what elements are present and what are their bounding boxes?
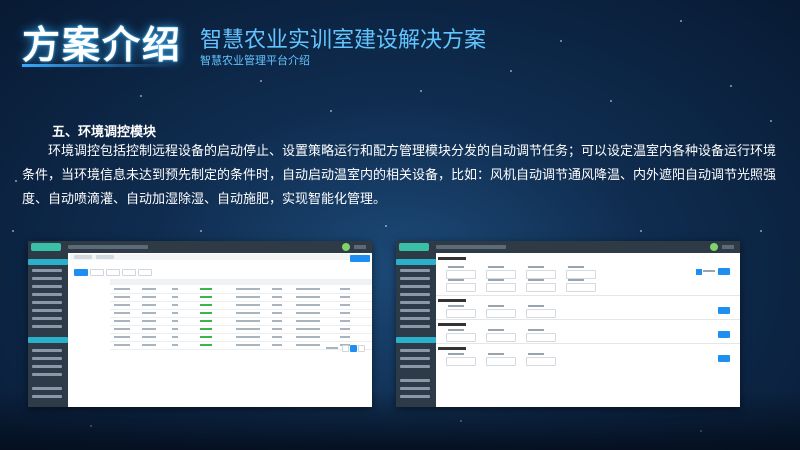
tab [74, 255, 92, 259]
sidebar-item [400, 387, 430, 390]
sidebar-item [32, 357, 62, 360]
breadcrumb [436, 245, 506, 249]
avatar [710, 243, 718, 251]
title-underline [22, 64, 172, 67]
form-section-title [438, 299, 466, 302]
sidebar-item [32, 301, 62, 304]
sidebar-item [32, 309, 62, 312]
sidebar-item [400, 317, 430, 320]
sidebar-item [32, 317, 62, 320]
sidebar-item [32, 293, 62, 296]
screenshot-strategy-list [28, 241, 372, 407]
page-caption: 智慧农业管理平台介绍 [200, 54, 310, 67]
tab [96, 255, 114, 259]
sidebar-item [32, 395, 62, 398]
sidebar-item [32, 373, 62, 376]
table-row [110, 349, 372, 350]
sidebar-item [400, 285, 430, 288]
sidebar-item-active [28, 337, 68, 343]
sidebar-item [400, 269, 430, 272]
edit-button [90, 269, 104, 276]
user-name [354, 245, 366, 249]
save-button [718, 331, 730, 338]
save-button [718, 307, 730, 314]
form-section-title [438, 323, 466, 326]
page-title: 方案介绍 [22, 23, 183, 67]
sidebar-item [32, 387, 62, 390]
form-section-title [438, 347, 466, 350]
sidebar-item [400, 293, 430, 296]
add-button [74, 269, 88, 276]
sidebar-item [32, 349, 62, 352]
sidebar-item [400, 379, 430, 382]
form-section-title [438, 257, 466, 260]
app-topbar [396, 241, 740, 253]
sidebar-item [32, 325, 62, 328]
sidebar-item [32, 277, 62, 280]
sidebar-item [400, 349, 430, 352]
app-topbar [28, 241, 372, 253]
sidebar-item [32, 285, 62, 288]
sidebar [28, 253, 68, 407]
app-logo [399, 243, 429, 251]
avatar [342, 243, 350, 251]
new-button [350, 255, 370, 262]
section-body: 环境调控包括控制远程设备的启动停止、设置策略运行和配方管理模块分发的自动调节任务… [22, 144, 777, 207]
table-row [110, 325, 372, 326]
sidebar-item [32, 365, 62, 368]
sidebar-item [400, 357, 430, 360]
sidebar-item [400, 301, 430, 304]
save-button [718, 268, 730, 275]
sidebar-item [400, 277, 430, 280]
sidebar-item [400, 395, 430, 398]
sidebar-item [32, 269, 62, 272]
tab-strip [70, 254, 370, 260]
delete-button [106, 269, 120, 276]
sidebar-item-active [396, 259, 436, 265]
section-heading: 五、环境调控模块 [52, 125, 157, 140]
table-row [110, 333, 372, 334]
sidebar-item [400, 325, 430, 328]
table-row [110, 301, 372, 302]
save-button [718, 355, 730, 362]
table-row [110, 309, 372, 310]
table-header [110, 279, 372, 285]
page-subtitle: 智慧农业实训室建设解决方案 [200, 28, 487, 53]
sidebar [396, 253, 436, 407]
sidebar-item [400, 309, 430, 312]
export-button [138, 269, 152, 276]
table-row [110, 341, 372, 342]
sidebar-item-active [28, 259, 68, 265]
sidebar-item-active [396, 337, 436, 343]
table-row [110, 293, 372, 294]
breadcrumb [68, 245, 148, 249]
screenshot-environment-settings [396, 241, 740, 407]
import-button [122, 269, 136, 276]
table-row [110, 317, 372, 318]
sidebar-item [400, 365, 430, 368]
user-name [722, 245, 734, 249]
app-logo [31, 243, 61, 251]
